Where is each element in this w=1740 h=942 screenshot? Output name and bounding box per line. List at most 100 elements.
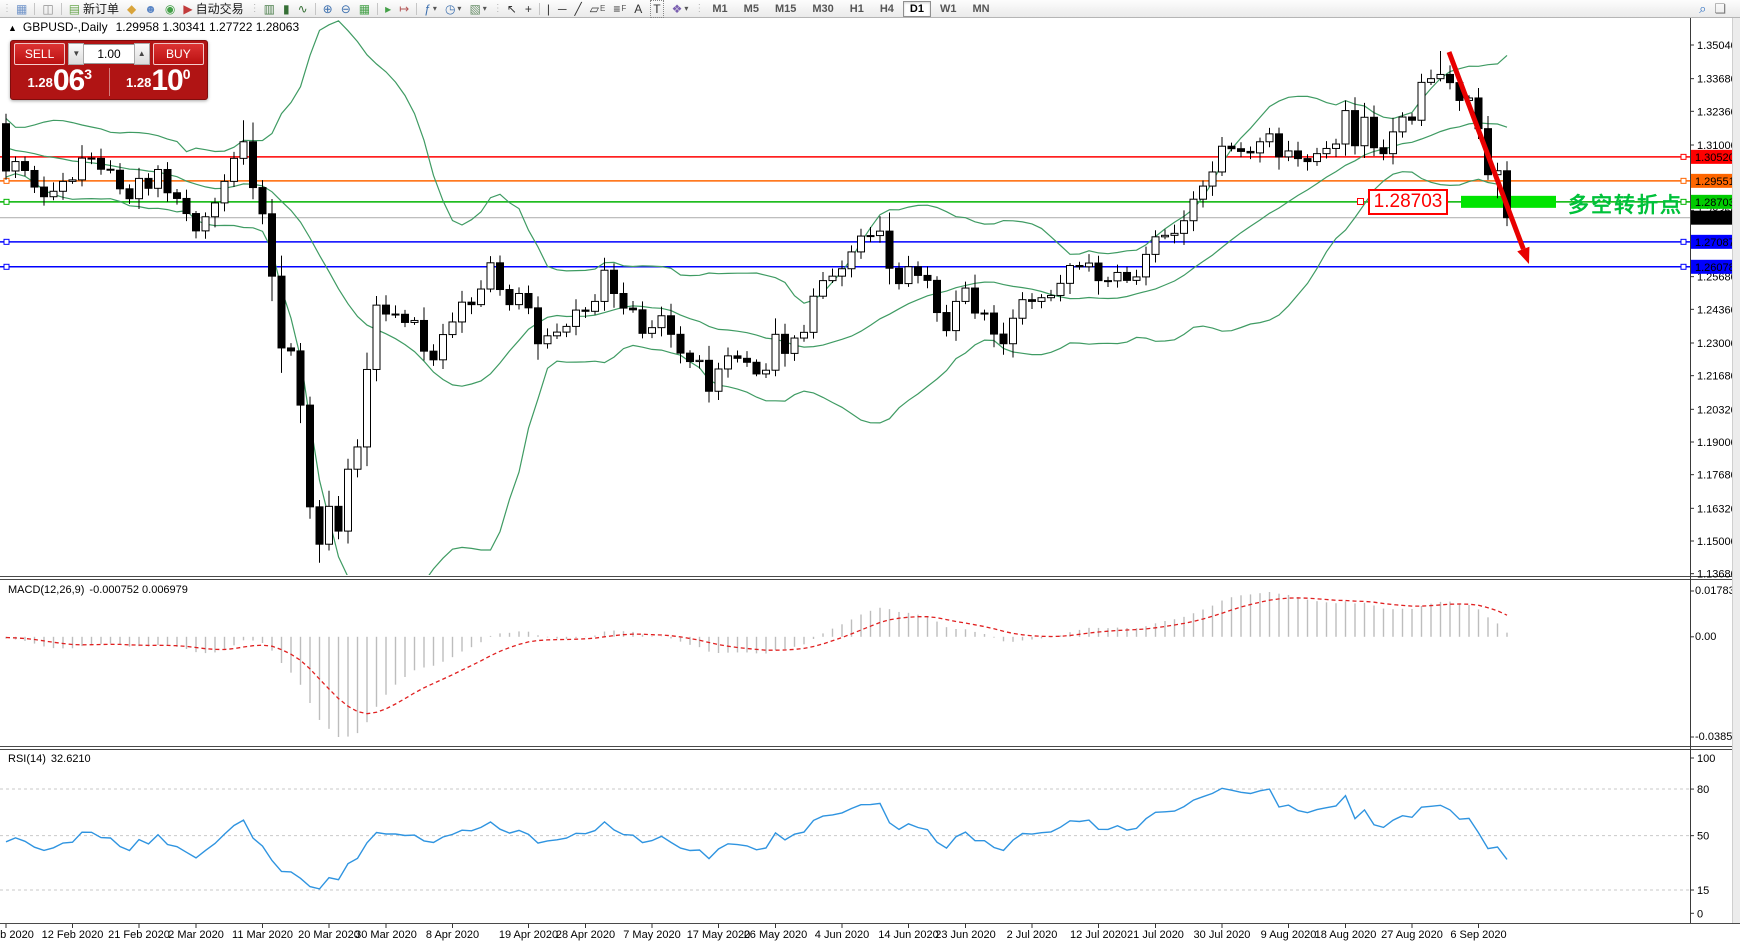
hline-handle[interactable] <box>4 239 9 244</box>
tile-windows-button[interactable]: ▦ <box>356 1 373 17</box>
toolbar-separator <box>377 3 378 15</box>
timeframe-mn[interactable]: MN <box>965 1 996 17</box>
candle-body <box>1219 146 1226 172</box>
chart-profile-button[interactable]: ◫ <box>39 1 56 17</box>
signals-button[interactable]: ◉ <box>162 1 178 17</box>
chat-button[interactable]: ❏ <box>1711 1 1729 17</box>
timeframe-d1[interactable]: D1 <box>903 1 931 17</box>
hline-handle[interactable] <box>1681 178 1686 183</box>
candle-body <box>506 290 513 305</box>
candle-body <box>259 188 266 214</box>
crosshair-icon: + <box>525 1 532 17</box>
candle-body <box>88 158 95 159</box>
dropdown-caret-icon: ▾ <box>433 1 437 17</box>
dropdown-caret-icon: ▾ <box>457 1 461 17</box>
timeframe-h1[interactable]: H1 <box>843 1 871 17</box>
bar-chart-button[interactable]: ▥ <box>261 1 278 17</box>
candle-body <box>164 169 171 192</box>
auto-scroll-button[interactable]: ▸ <box>382 1 394 17</box>
textlabel-icon: T <box>650 0 663 18</box>
new-order-button-label: 新订单 <box>83 1 119 17</box>
candle-body <box>174 193 181 199</box>
toolbar-drag-handle: ⋮ <box>250 3 258 14</box>
buy-button[interactable]: BUY <box>153 43 204 65</box>
trendline-button[interactable]: ╱ <box>572 1 585 17</box>
templates-button[interactable]: ▧▾ <box>466 1 489 17</box>
timeframe-m1[interactable]: M1 <box>705 1 734 17</box>
hline-handle[interactable] <box>1681 154 1686 159</box>
turning-point-label[interactable]: 多空转折点 <box>1568 189 1683 219</box>
timeframe-m5[interactable]: M5 <box>737 1 766 17</box>
textlabel-button[interactable]: T <box>647 1 666 17</box>
new-chart-button[interactable]: ▦ <box>13 1 30 17</box>
hline-handle[interactable] <box>1681 264 1686 269</box>
volume-increase-button[interactable]: ▲ <box>134 43 150 65</box>
hline-handle[interactable] <box>1681 239 1686 244</box>
scrollbar-strip[interactable] <box>1732 17 1740 923</box>
vline-button[interactable]: | <box>544 1 553 17</box>
hline-handle[interactable] <box>4 264 9 269</box>
buy-price[interactable]: 1.28100 <box>110 66 208 98</box>
candlestick-chart-button[interactable]: ▮ <box>280 1 293 17</box>
date-label: 3 Feb 2020 <box>0 929 34 941</box>
periods-icon: ◷ <box>445 1 455 17</box>
candle <box>810 288 817 338</box>
crosshair-button[interactable]: + <box>522 1 535 17</box>
indicators-button[interactable]: ƒ▾ <box>421 1 440 17</box>
toolbar-separator <box>315 3 316 15</box>
one-click-collapse-icon[interactable]: ▲ <box>8 23 17 33</box>
zoom-in-button[interactable]: ⊕ <box>320 1 336 17</box>
volume-input[interactable]: 1.00 <box>84 44 133 64</box>
candle-body <box>744 358 751 362</box>
timeframe-h4[interactable]: H4 <box>873 1 901 17</box>
community-button[interactable]: ☻ <box>141 1 160 17</box>
candle-body <box>877 231 884 235</box>
candle-body <box>41 187 48 197</box>
candle-body <box>1010 318 1017 343</box>
text-button[interactable]: A <box>631 1 645 17</box>
buy-price-pips: 10 <box>151 66 182 96</box>
candle-body <box>715 369 722 391</box>
arrows-icon: ❖ <box>672 1 683 17</box>
volume-decrease-button[interactable]: ▼ <box>68 43 84 65</box>
price-tag-handle[interactable] <box>1357 198 1364 205</box>
date-label: 4 Jun 2020 <box>815 929 869 941</box>
styles-button[interactable]: ◆ <box>124 1 139 17</box>
timeframe-m15[interactable]: M15 <box>768 1 803 17</box>
arrows-button[interactable]: ❖▾ <box>669 1 692 17</box>
fibonacci-button[interactable]: ≡F <box>610 1 629 17</box>
candle-body <box>924 275 931 280</box>
periods-button[interactable]: ◷▾ <box>442 1 465 17</box>
hline-button[interactable]: ─ <box>555 1 570 17</box>
zoom-out-button[interactable]: ⊖ <box>338 1 354 17</box>
candle-body <box>411 320 418 322</box>
buy-price-point: 0 <box>183 67 191 81</box>
ohlc-values: 1.29958 1.30341 1.27722 1.28063 <box>116 20 300 34</box>
new-order-button[interactable]: ▤新订单 <box>66 1 122 17</box>
sell-price[interactable]: 1.28063 <box>11 66 109 98</box>
candle-body <box>1323 148 1330 153</box>
zoom-in-icon: ⊕ <box>323 1 333 17</box>
candle-body <box>991 313 998 334</box>
candle-body <box>772 334 779 370</box>
hline-handle[interactable] <box>4 199 9 204</box>
chart-title: ▲GBPUSD-,Daily1.29958 1.30341 1.27722 1.… <box>8 20 299 34</box>
rsi-axis-label: 0 <box>1697 908 1703 920</box>
chart-shift-button[interactable]: ↦ <box>396 1 412 17</box>
sell-button[interactable]: SELL <box>14 43 65 65</box>
line-chart-button[interactable]: ∿ <box>295 1 311 17</box>
candle-body <box>288 348 295 351</box>
timeframe-w1[interactable]: W1 <box>933 1 964 17</box>
price-tag-label[interactable]: 1.28703 <box>1368 189 1448 215</box>
autotrading-button[interactable]: ▶自动交易 <box>180 1 246 17</box>
search-button[interactable]: ⌕ <box>1696 1 1709 17</box>
candle-body <box>1266 134 1273 142</box>
candle-body <box>1209 172 1216 186</box>
signals-icon: ◉ <box>165 1 175 17</box>
channel-button[interactable]: ▱E <box>587 1 609 17</box>
chart-background <box>0 17 1740 942</box>
date-label: 2 Mar 2020 <box>168 929 224 941</box>
cursor-button[interactable]: ↖ <box>504 1 520 17</box>
toolbar-drag-handle: ⋮ <box>493 3 501 14</box>
timeframe-m30[interactable]: M30 <box>805 1 840 17</box>
